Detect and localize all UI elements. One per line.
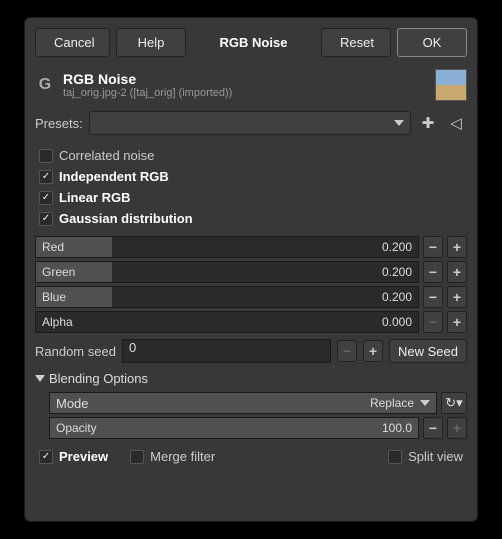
blending-options-expander[interactable]: Blending Options [35,371,467,386]
linear-rgb-checkbox[interactable] [39,191,53,205]
dialog-title-label: RGB Noise [192,35,315,50]
gaussian-checkbox[interactable] [39,212,53,226]
alpha-slider[interactable]: Alpha0.000 [35,311,419,333]
chevron-down-icon [420,400,430,406]
independent-rgb-checkbox[interactable] [39,170,53,184]
green-decrement[interactable]: − [423,261,443,283]
presets-label: Presets: [35,116,83,131]
presets-combo[interactable] [89,111,411,135]
linear-rgb-label: Linear RGB [59,190,131,205]
blue-slider[interactable]: Blue0.200 [35,286,419,308]
green-increment[interactable]: + [447,261,467,283]
preview-label: Preview [59,449,108,464]
correlated-noise-label: Correlated noise [59,148,154,163]
new-seed-button[interactable]: New Seed [389,339,467,363]
opacity-increment[interactable]: + [447,417,467,439]
alpha-increment[interactable]: + [447,311,467,333]
split-view-checkbox[interactable] [388,450,402,464]
reset-button[interactable]: Reset [321,28,391,57]
expander-triangle-icon [35,375,45,382]
seed-increment[interactable]: + [363,340,383,362]
help-button[interactable]: Help [116,28,186,57]
alpha-decrement[interactable]: − [423,311,443,333]
blending-options-label: Blending Options [49,371,148,386]
random-seed-label: Random seed [35,344,116,359]
filter-title: RGB Noise [63,71,427,87]
red-increment[interactable]: + [447,236,467,258]
button-bar: Cancel Help RGB Noise Reset OK [35,28,467,57]
gaussian-label: Gaussian distribution [59,211,193,226]
seed-decrement[interactable]: − [337,340,357,362]
red-value: 0.200 [382,240,418,254]
alpha-value: 0.000 [382,315,418,329]
manage-presets-icon[interactable]: ◁ [445,112,467,134]
dialog-header: G RGB Noise taj_orig.jpg-2 ([taj_orig] (… [35,69,467,101]
image-thumbnail [435,69,467,101]
blue-increment[interactable]: + [447,286,467,308]
ok-button[interactable]: OK [397,28,467,57]
opacity-slider[interactable]: Opacity 100.0 [49,417,419,439]
mode-label: Mode [56,396,89,411]
add-preset-icon[interactable]: ✚ [417,112,439,134]
presets-row: Presets: ✚ ◁ [35,111,467,135]
correlated-noise-checkbox[interactable] [39,149,53,163]
merge-filter-label: Merge filter [150,449,215,464]
green-value: 0.200 [382,265,418,279]
split-view-label: Split view [408,449,463,464]
merge-filter-checkbox[interactable] [130,450,144,464]
mode-reset-button[interactable]: ↻▾ [441,392,467,414]
blue-decrement[interactable]: − [423,286,443,308]
cancel-button[interactable]: Cancel [35,28,110,57]
preview-checkbox[interactable] [39,450,53,464]
mode-value: Replace [370,396,414,410]
image-subtitle: taj_orig.jpg-2 ([taj_orig] (imported)) [63,87,427,99]
mode-combo[interactable]: Mode Replace [49,392,437,414]
red-decrement[interactable]: − [423,236,443,258]
red-slider[interactable]: Red0.200 [35,236,419,258]
rgb-noise-dialog: Cancel Help RGB Noise Reset OK G RGB Noi… [24,17,478,522]
random-seed-input[interactable]: 0 [122,339,331,363]
green-slider[interactable]: Green0.200 [35,261,419,283]
blue-value: 0.200 [382,290,418,304]
opacity-decrement[interactable]: − [423,417,443,439]
independent-rgb-label: Independent RGB [59,169,169,184]
opacity-value: 100.0 [382,421,418,435]
gegl-icon: G [35,75,55,95]
chevron-down-icon [394,120,404,126]
